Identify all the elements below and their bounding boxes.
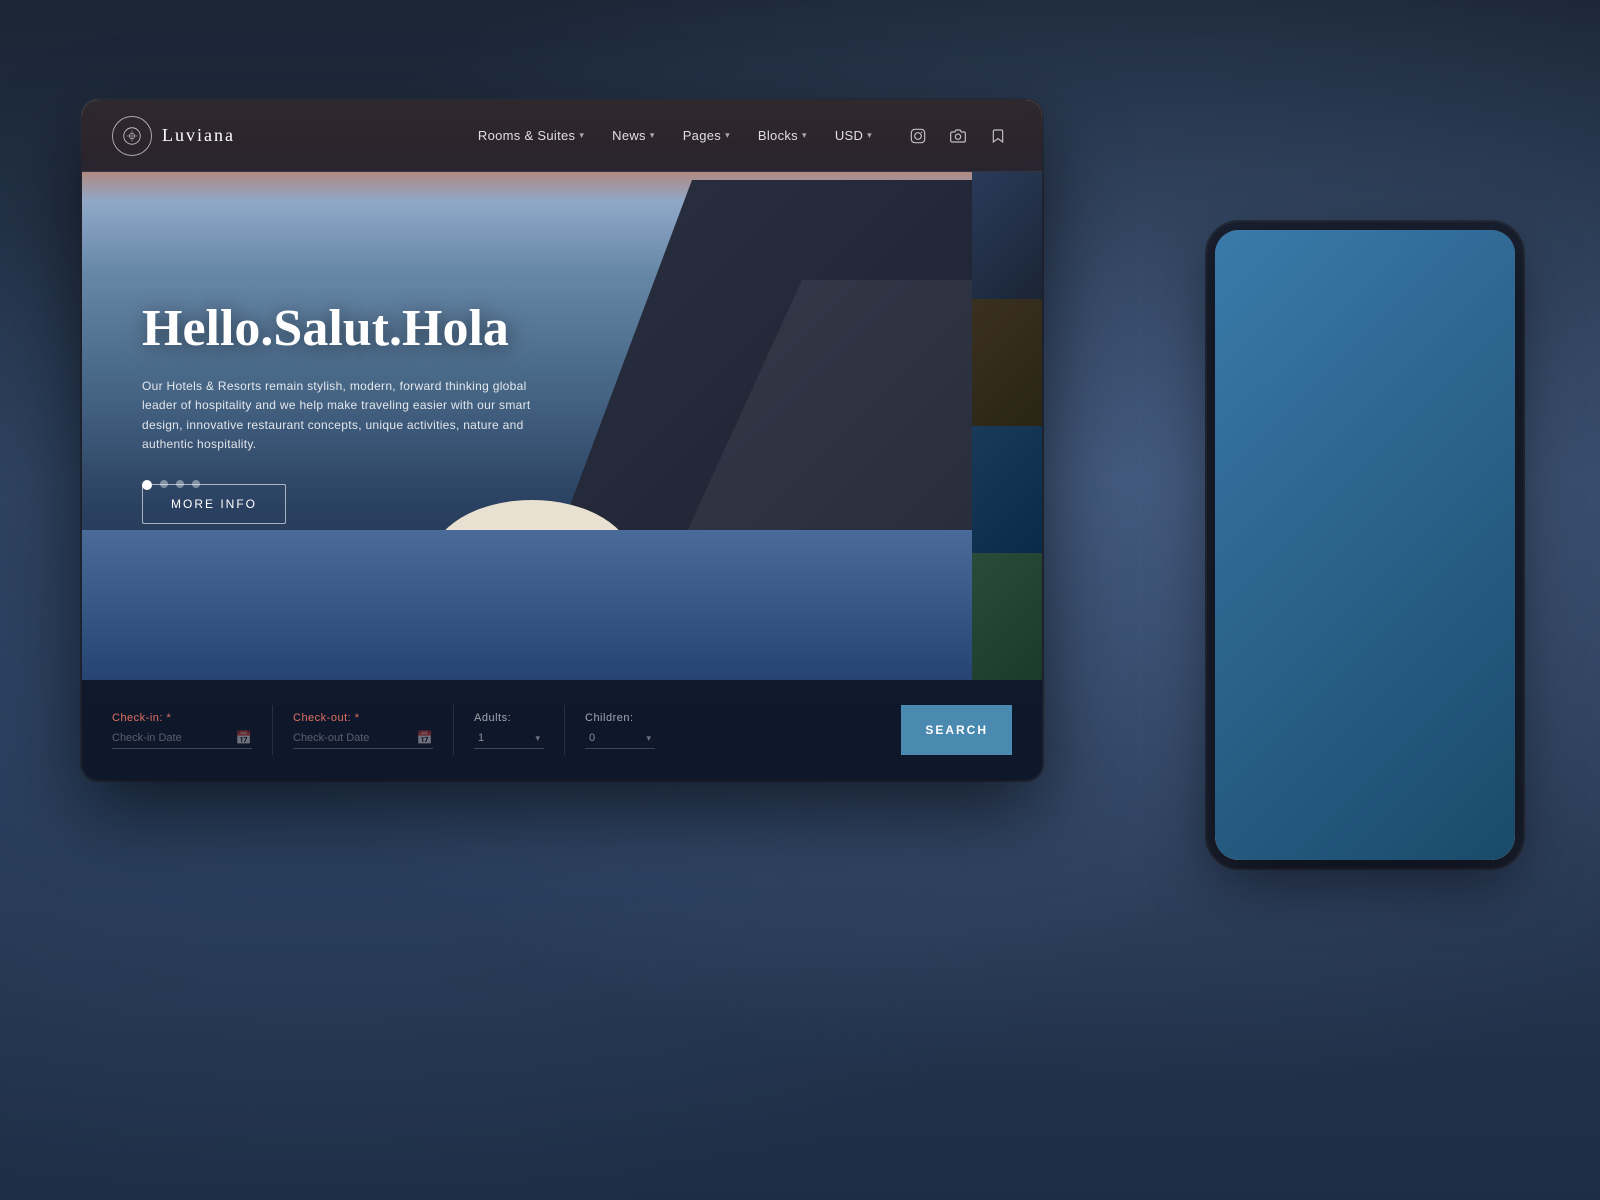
nav-links: Rooms & Suites ▾ News ▾ Pages ▾ Blocks ▾…	[466, 122, 1012, 150]
checkin-label: Check-in: *	[112, 712, 252, 724]
checkout-label: Check-out: *	[293, 712, 433, 724]
thumbnail-strip	[972, 172, 1042, 680]
navbar: Luviana Rooms & Suites ▾ News ▾ Pages ▾ …	[82, 100, 1042, 172]
chevron-down-icon: ▾	[867, 130, 872, 141]
mobile-mockup: Check-in: * Check-in Date Check-out: * C…	[1215, 230, 1515, 860]
chevron-down-icon: ▾	[579, 130, 584, 141]
children-label: Children:	[585, 712, 655, 724]
logo-text: Luviana	[162, 125, 235, 146]
checkin-required: *	[167, 712, 172, 724]
nav-rooms-suites[interactable]: Rooms & Suites ▾	[466, 122, 596, 149]
adults-select[interactable]: 1234	[474, 728, 544, 749]
chevron-down-icon: ▾	[725, 130, 730, 141]
checkin-field-group: Check-in: * 📅	[112, 712, 252, 749]
field-divider-1	[272, 705, 273, 755]
thumb-3[interactable]	[972, 426, 1042, 553]
calendar-icon-2: 📅	[417, 730, 433, 746]
nav-news[interactable]: News ▾	[600, 122, 667, 149]
checkin-input-wrap: 📅	[112, 728, 252, 749]
mobile-gallery	[1215, 567, 1515, 757]
slide-dots	[142, 480, 200, 490]
social-icons	[904, 122, 1012, 150]
children-select[interactable]: 0123	[585, 728, 655, 749]
adults-select-wrap: 1234 ▾	[474, 728, 544, 749]
hero-subtitle: Our Hotels & Resorts remain stylish, mod…	[142, 377, 562, 454]
checkout-input-wrap: 📅	[293, 728, 433, 749]
bookmark-icon[interactable]	[984, 122, 1012, 150]
nav-usd[interactable]: USD ▾	[823, 122, 884, 149]
adults-field-group: Adults: 1234 ▾	[474, 712, 544, 749]
logo-area[interactable]: Luviana	[112, 116, 235, 156]
children-field-group: Children: 0123 ▾	[585, 712, 655, 749]
nav-pages[interactable]: Pages ▾	[671, 122, 742, 149]
checkout-field-group: Check-out: * 📅	[293, 712, 433, 749]
checkout-input[interactable]	[293, 728, 433, 749]
checkin-input[interactable]	[112, 728, 252, 749]
calendar-icon: 📅	[236, 730, 252, 746]
slide-dot-2[interactable]	[160, 480, 168, 488]
children-select-wrap: 0123 ▾	[585, 728, 655, 749]
field-divider-2	[453, 705, 454, 755]
nav-blocks[interactable]: Blocks ▾	[746, 122, 819, 149]
thumb-1[interactable]	[972, 172, 1042, 299]
field-divider-3	[564, 705, 565, 755]
checkout-required: *	[355, 712, 360, 724]
adults-label: Adults:	[474, 712, 544, 724]
slide-dot-3[interactable]	[176, 480, 184, 488]
laptop-mockup: Luviana Rooms & Suites ▾ News ▾ Pages ▾ …	[82, 100, 1042, 780]
instagram-icon[interactable]	[904, 122, 932, 150]
slide-dot-1[interactable]	[142, 480, 152, 490]
logo-icon	[112, 116, 152, 156]
search-bar: Check-in: * 📅 Check-out: * 📅 Adults:	[82, 680, 1042, 780]
gallery-thumb-2	[1369, 583, 1499, 653]
slide-dot-4[interactable]	[192, 480, 200, 488]
chevron-down-icon: ▾	[802, 130, 807, 141]
thumb-4[interactable]	[972, 553, 1042, 680]
logo-svg	[121, 125, 143, 147]
hero-content: Hello.Salut.Hola Our Hotels & Resorts re…	[142, 300, 562, 524]
search-button[interactable]: SEARCH	[901, 705, 1012, 755]
camera-icon[interactable]	[944, 122, 972, 150]
thumb-2[interactable]	[972, 299, 1042, 426]
hero-title: Hello.Salut.Hola	[142, 300, 562, 357]
chevron-down-icon: ▾	[650, 130, 655, 141]
